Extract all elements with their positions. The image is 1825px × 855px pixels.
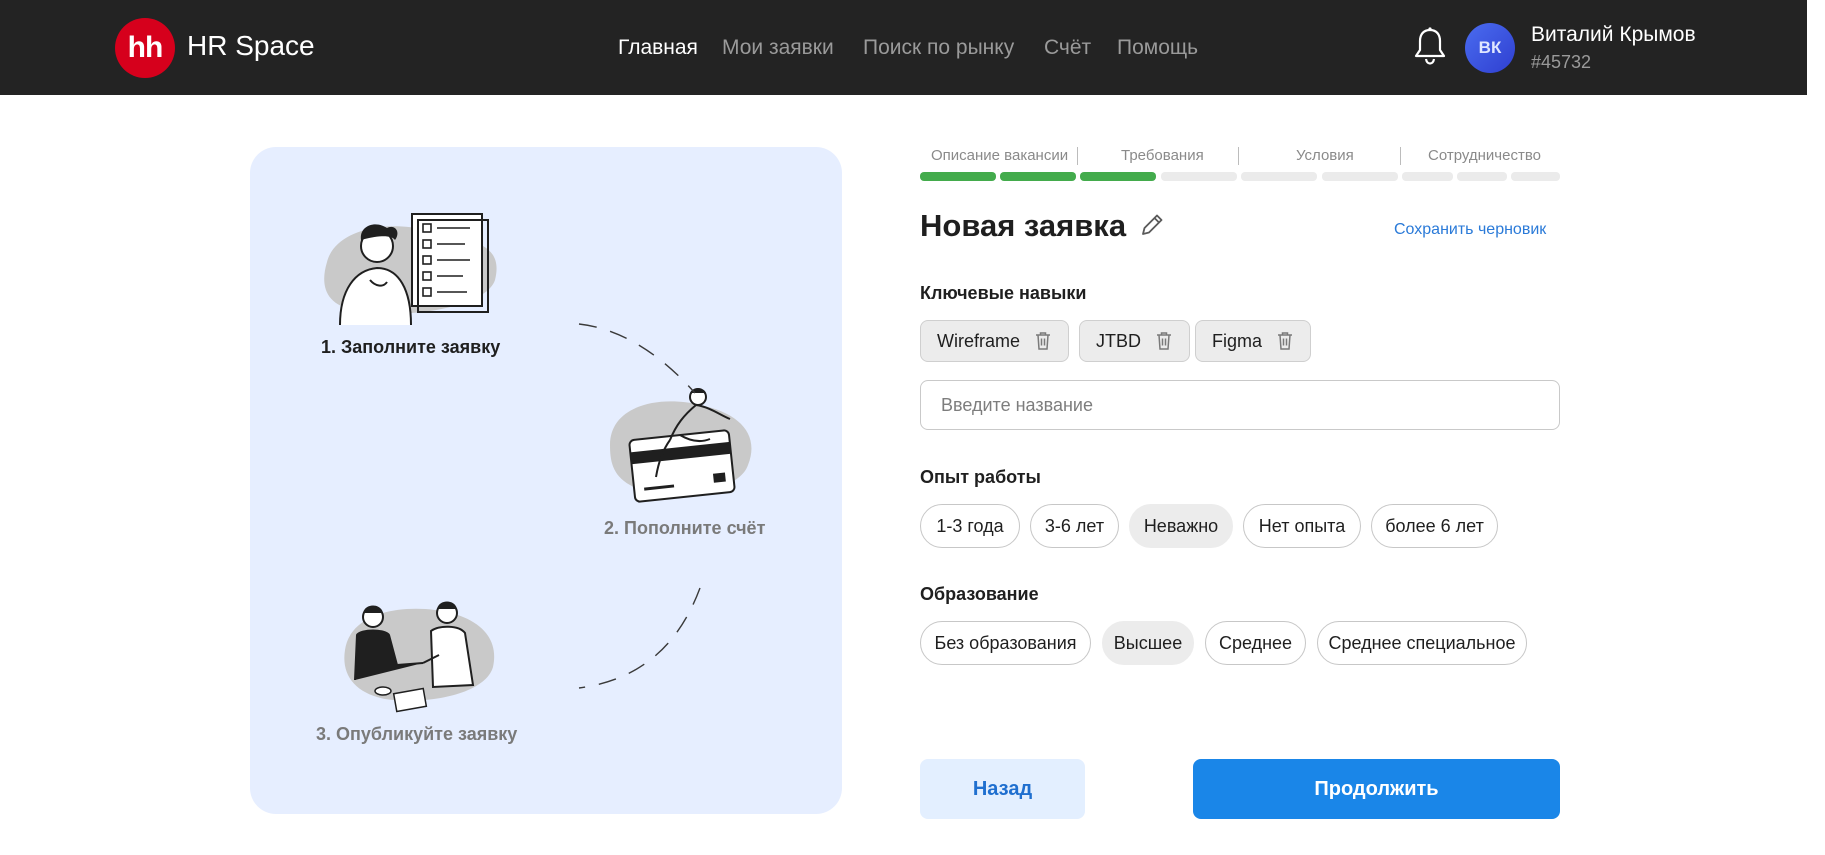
progress-segment-empty: [1322, 172, 1398, 181]
back-button[interactable]: Назад: [920, 759, 1085, 819]
filling-form-illustration: [324, 213, 497, 326]
brand-name[interactable]: HR Space: [187, 28, 315, 64]
progress-segment-filled: [920, 172, 996, 181]
hh-logo[interactable]: hh: [115, 18, 175, 78]
progress-segment-empty: [1161, 172, 1237, 181]
bell-icon[interactable]: [1413, 26, 1447, 66]
experience-option[interactable]: 1-3 года: [920, 504, 1020, 548]
education-option[interactable]: Среднее специальное: [1317, 621, 1527, 665]
page-edge: [1807, 0, 1825, 855]
skills-label: Ключевые навыки: [920, 283, 1087, 303]
experience-option[interactable]: Нет опыта: [1243, 504, 1361, 548]
progress-step-conditions: Условия: [1296, 147, 1354, 164]
trash-icon[interactable]: [1155, 331, 1173, 351]
progress-step-requirements: Требования: [1121, 147, 1204, 164]
step-1-label: 1. Заполните заявку: [321, 337, 501, 357]
education-option-selected[interactable]: Высшее: [1102, 621, 1194, 665]
skill-tag-label: Wireframe: [937, 330, 1021, 351]
form-title: Новая заявка: [920, 208, 1127, 243]
trash-icon[interactable]: [1276, 331, 1294, 351]
skill-tag[interactable]: Wireframe: [920, 320, 1070, 362]
step-3-label: 3. Опубликуйте заявку: [316, 724, 518, 744]
user-name[interactable]: Виталий Крымов: [1531, 21, 1696, 49]
progress-segment-filled: [1000, 172, 1076, 181]
nav-help[interactable]: Помощь: [1117, 33, 1198, 63]
education-option[interactable]: Среднее: [1205, 621, 1306, 665]
skill-tag[interactable]: Figma: [1195, 320, 1312, 362]
progress-step-cooperation: Сотрудничество: [1428, 147, 1541, 164]
continue-button[interactable]: Продолжить: [1193, 759, 1560, 819]
progress-divider: [1077, 147, 1078, 165]
save-draft-link[interactable]: Сохранить черновик: [1394, 219, 1546, 241]
experience-option-selected[interactable]: Неважно: [1129, 504, 1233, 548]
progress-segment-empty: [1511, 172, 1560, 181]
skill-tag-label: Figma: [1212, 330, 1263, 351]
progress-segment-empty: [1241, 172, 1317, 181]
nav-account[interactable]: Счёт: [1044, 33, 1091, 63]
skill-name-input[interactable]: [920, 380, 1560, 430]
nav-my-requests[interactable]: Мои заявки: [722, 33, 834, 63]
experience-option[interactable]: 3-6 лет: [1030, 504, 1119, 548]
progress-segment-filled: [1080, 172, 1156, 181]
progress-step-description: Описание вакансии: [931, 147, 1069, 164]
user-id: #45732: [1531, 52, 1592, 72]
pencil-icon[interactable]: [1138, 211, 1166, 239]
education-label: Образование: [920, 584, 1039, 604]
education-option[interactable]: Без образования: [920, 621, 1091, 665]
progress-segment-empty: [1402, 172, 1453, 181]
progress-segment-empty: [1457, 172, 1507, 181]
steps-connector: [578, 323, 701, 689]
publish-request-illustration: [344, 601, 495, 713]
skill-tag[interactable]: JTBD: [1079, 320, 1190, 362]
nav-home[interactable]: Главная: [618, 33, 698, 63]
progress-divider: [1400, 147, 1401, 165]
user-avatar[interactable]: ВК: [1465, 23, 1515, 73]
experience-label: Опыт работы: [920, 467, 1041, 487]
skill-tag-label: JTBD: [1096, 330, 1141, 351]
progress-divider: [1238, 147, 1239, 165]
trash-icon[interactable]: [1034, 331, 1052, 351]
experience-option[interactable]: более 6 лет: [1371, 504, 1498, 548]
nav-market-search[interactable]: Поиск по рынку: [863, 33, 1014, 63]
